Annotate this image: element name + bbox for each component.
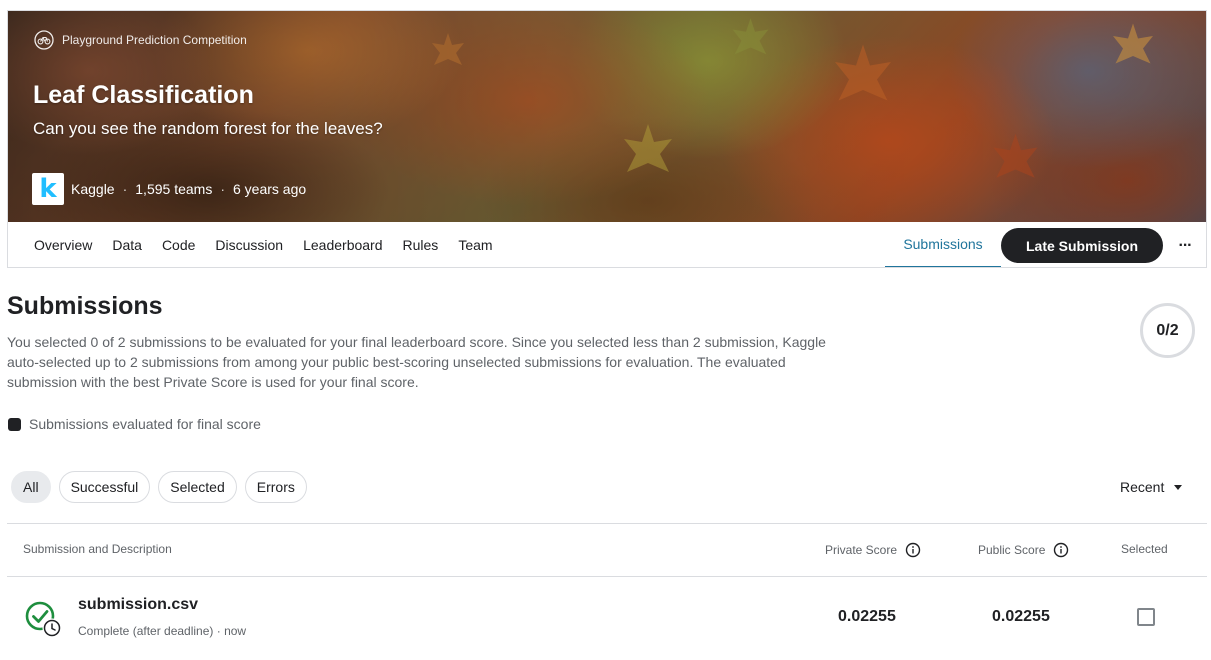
submission-filters: All Successful Selected Errors (11, 471, 307, 503)
sort-label: Recent (1120, 479, 1165, 495)
column-header-label: Selected (1121, 542, 1168, 556)
competition-type: Playground Prediction Competition (34, 30, 247, 50)
separator: · (122, 181, 128, 197)
selected-count-badge: 0/2 (1140, 303, 1195, 358)
competition-title: Leaf Classification (33, 81, 254, 109)
info-icon[interactable] (905, 542, 921, 558)
kaggle-logo-icon[interactable]: k (32, 173, 64, 205)
column-header-private-score: Private Score (825, 542, 921, 558)
sort-dropdown[interactable]: Recent (1120, 479, 1183, 495)
filter-selected-chip[interactable]: Selected (158, 471, 237, 503)
final-score-legend: Submissions evaluated for final score (8, 416, 261, 432)
legend-swatch (8, 417, 21, 431)
caret-down-icon (1174, 484, 1183, 490)
tab-submissions[interactable]: Submissions (885, 222, 1001, 267)
competition-age: 6 years ago (233, 181, 307, 197)
column-header-label: Submission and Description (23, 542, 172, 556)
competition-header: Playground Prediction Competition Leaf C… (7, 10, 1207, 268)
tab-discussion[interactable]: Discussion (215, 237, 283, 253)
column-header-selected: Selected (1121, 542, 1168, 556)
column-header-description: Submission and Description (23, 542, 172, 556)
select-submission-checkbox[interactable] (1137, 608, 1155, 626)
team-count: 1,595 teams (135, 181, 213, 197)
late-submission-button[interactable]: Late Submission (1001, 228, 1163, 263)
bicycle-icon (34, 30, 54, 50)
tab-leaderboard[interactable]: Leaderboard (303, 237, 382, 253)
competition-subtitle: Can you see the random forest for the le… (33, 119, 383, 138)
tab-team[interactable]: Team (458, 237, 492, 253)
divider (7, 523, 1207, 524)
competition-tabs: Overview Data Code Discussion Leaderboar… (8, 222, 1206, 267)
page-title: Submissions (7, 292, 163, 320)
separator: · (220, 181, 225, 197)
host-name[interactable]: Kaggle (71, 181, 115, 197)
filter-successful-chip[interactable]: Successful (58, 471, 151, 503)
submission-status: Complete (after deadline) · now (78, 624, 247, 638)
divider (7, 576, 1207, 577)
column-header-public-score: Public Score (978, 542, 1069, 558)
complete-late-status-icon (25, 601, 62, 638)
public-score-value: 0.02255 (992, 608, 1050, 625)
competition-type-label: Playground Prediction Competition (62, 33, 247, 47)
private-score-value: 0.02255 (838, 608, 896, 625)
submissions-description: You selected 0 of 2 submissions to be ev… (7, 334, 826, 390)
legend-label: Submissions evaluated for final score (29, 416, 261, 432)
filter-all-chip[interactable]: All (11, 471, 51, 503)
column-header-label: Public Score (978, 543, 1046, 557)
submission-file-name[interactable]: submission.csv (78, 596, 198, 614)
host-info: k Kaggle · 1,595 teams · 6 years ago (32, 173, 306, 205)
tab-rules[interactable]: Rules (403, 237, 439, 253)
tab-data[interactable]: Data (112, 237, 142, 253)
tab-overview[interactable]: Overview (34, 237, 92, 253)
competition-banner: Playground Prediction Competition Leaf C… (8, 11, 1206, 222)
info-icon[interactable] (1053, 542, 1069, 558)
tab-code[interactable]: Code (162, 237, 195, 253)
column-header-label: Private Score (825, 543, 898, 557)
filter-errors-chip[interactable]: Errors (244, 471, 307, 503)
more-options-icon[interactable]: ··· (1171, 232, 1199, 260)
